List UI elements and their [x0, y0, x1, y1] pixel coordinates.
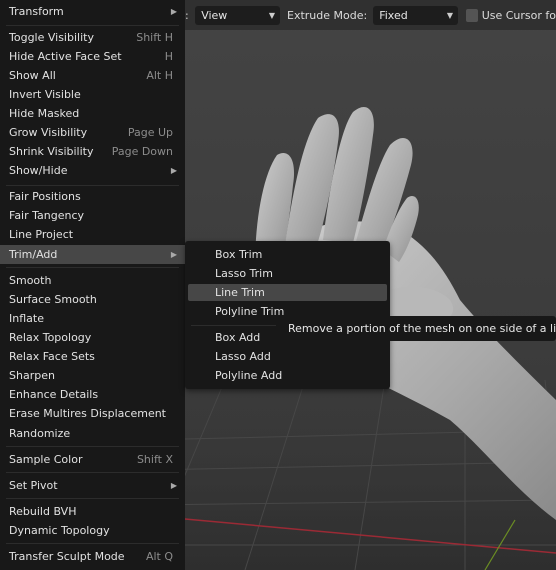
menu-item-inflate[interactable]: Inflate: [0, 309, 185, 328]
submenu-arrow-icon: ▶: [170, 7, 177, 16]
menu-item-label: Transform: [9, 5, 64, 18]
menu-item-label: Fair Positions: [9, 190, 81, 203]
menu-item-label: Toggle Visibility: [9, 31, 94, 44]
menu-item-trim-add[interactable]: Trim/Add ▶: [0, 245, 185, 264]
menu-item-shortcut: Page Up: [127, 126, 173, 139]
menu-item-line-project[interactable]: Line Project: [0, 225, 185, 244]
submenu-item-box-trim[interactable]: Box Trim: [188, 246, 387, 263]
menu-item-label: Relax Face Sets: [9, 350, 95, 363]
menu-item-label: Erase Multires Displacement: [9, 407, 166, 420]
menu-item-label: Invert Visible: [9, 88, 81, 101]
menu-item-show-all[interactable]: Show All Alt H: [0, 66, 185, 85]
menu-item-shortcut: Alt H: [146, 69, 173, 82]
menu-item-transfer-sculpt-mode[interactable]: Transfer Sculpt Mode Alt Q: [0, 547, 185, 566]
menu-item-label: Set Pivot: [9, 479, 58, 492]
trim-add-submenu: Box Trim Lasso Trim Line Trim Polyline T…: [185, 241, 390, 389]
menu-separator: [6, 543, 179, 544]
submenu-arrow-icon: ▶: [170, 166, 177, 175]
use-cursor-checkbox[interactable]: [466, 8, 478, 22]
submenu-item-label: Polyline Add: [215, 369, 283, 382]
menu-separator: [6, 446, 179, 447]
menu-item-label: Rebuild BVH: [9, 505, 77, 518]
menu-item-smooth[interactable]: Smooth: [0, 271, 185, 290]
menu-item-sample-color[interactable]: Sample Color Shift X: [0, 450, 185, 469]
submenu-item-lasso-add[interactable]: Lasso Add: [188, 348, 387, 365]
submenu-arrow-icon: ▶: [170, 481, 177, 490]
use-cursor-label: Use Cursor fo: [481, 8, 556, 22]
menu-item-relax-face-sets[interactable]: Relax Face Sets: [0, 347, 185, 366]
menu-item-show-hide[interactable]: Show/Hide ▶: [0, 161, 185, 180]
submenu-item-label: Box Trim: [215, 248, 263, 261]
menu-item-label: Randomize: [9, 427, 71, 440]
menu-item-label: Shrink Visibility: [9, 145, 94, 158]
submenu-item-lasso-trim[interactable]: Lasso Trim: [188, 265, 387, 282]
tooltip-text: Remove a portion of the mesh on one side…: [288, 322, 556, 335]
menu-item-shortcut: Shift X: [136, 453, 173, 466]
menu-item-label: Relax Topology: [9, 331, 92, 344]
sculpt-menu: Transform ▶ Toggle Visibility Shift H Hi…: [0, 0, 185, 570]
submenu-item-line-trim[interactable]: Line Trim: [188, 284, 387, 301]
menu-item-label: Line Project: [9, 228, 74, 241]
menu-item-relax-topology[interactable]: Relax Topology: [0, 328, 185, 347]
menu-item-fair-tangency[interactable]: Fair Tangency: [0, 206, 185, 225]
menu-item-hide-active-face-set[interactable]: Hide Active Face Set H: [0, 47, 185, 66]
submenu-item-label: Lasso Trim: [215, 267, 273, 280]
menu-item-label: Inflate: [9, 312, 44, 325]
submenu-item-polyline-add[interactable]: Polyline Add: [188, 367, 387, 384]
submenu-item-label: Polyline Trim: [215, 305, 285, 318]
menu-item-erase-multires-displacement[interactable]: Erase Multires Displacement: [0, 404, 185, 423]
menu-item-label: Dynamic Topology: [9, 524, 110, 537]
tooltip: Remove a portion of the mesh on one side…: [276, 316, 556, 341]
menu-item-label: Enhance Details: [9, 388, 99, 401]
tool-header: : View ▼ Extrude Mode: Fixed ▼ Use Curso…: [185, 0, 556, 30]
menu-item-label: Show All: [9, 69, 56, 82]
menu-item-randomize[interactable]: Randomize: [0, 424, 185, 443]
menu-item-label: Grow Visibility: [9, 126, 88, 139]
submenu-item-label: Box Add: [215, 331, 261, 344]
menu-item-surface-smooth[interactable]: Surface Smooth: [0, 290, 185, 309]
menu-item-shortcut: H: [164, 50, 173, 63]
menu-item-hide-masked[interactable]: Hide Masked: [0, 104, 185, 123]
extrude-mode-dropdown[interactable]: Fixed ▼: [373, 5, 458, 25]
menu-item-sharpen[interactable]: Sharpen: [0, 366, 185, 385]
menu-item-shortcut: Alt Q: [145, 550, 173, 563]
menu-item-fair-positions[interactable]: Fair Positions: [0, 187, 185, 206]
submenu-item-label: Lasso Add: [215, 350, 271, 363]
menu-item-label: Smooth: [9, 274, 52, 287]
extrude-mode-value: Fixed: [379, 8, 408, 22]
menu-item-transform[interactable]: Transform ▶: [0, 2, 185, 21]
menu-item-label: Surface Smooth: [9, 293, 97, 306]
menu-separator: [6, 472, 179, 473]
chevron-down-icon: ▼: [268, 10, 275, 20]
menu-item-dynamic-topology[interactable]: Dynamic Topology: [0, 521, 185, 540]
submenu-item-label: Line Trim: [215, 286, 265, 299]
view-dropdown[interactable]: View ▼: [195, 5, 280, 25]
header-prefix: :: [185, 8, 189, 22]
menu-item-label: Hide Active Face Set: [9, 50, 122, 63]
menu-item-shortcut: Page Down: [111, 145, 173, 158]
menu-item-enhance-details[interactable]: Enhance Details: [0, 385, 185, 404]
menu-item-label: Transfer Sculpt Mode: [9, 550, 125, 563]
menu-item-set-pivot[interactable]: Set Pivot ▶: [0, 476, 185, 495]
extrude-mode-label: Extrude Mode:: [287, 8, 368, 22]
menu-item-toggle-visibility[interactable]: Toggle Visibility Shift H: [0, 28, 185, 47]
menu-item-label: Show/Hide: [9, 164, 68, 177]
menu-item-invert-visible[interactable]: Invert Visible: [0, 85, 185, 104]
menu-item-label: Fair Tangency: [9, 209, 85, 222]
view-dropdown-value: View: [201, 8, 228, 22]
menu-item-rebuild-bvh[interactable]: Rebuild BVH: [0, 502, 185, 521]
menu-separator: [6, 25, 179, 26]
menu-item-label: Sharpen: [9, 369, 55, 382]
menu-separator: [6, 185, 179, 186]
menu-item-label: Trim/Add: [9, 248, 58, 261]
menu-item-shrink-visibility[interactable]: Shrink Visibility Page Down: [0, 142, 185, 161]
menu-item-grow-visibility[interactable]: Grow Visibility Page Up: [0, 123, 185, 142]
menu-item-label: Sample Color: [9, 453, 83, 466]
menu-item-shortcut: Shift H: [136, 31, 173, 44]
submenu-arrow-icon: ▶: [170, 250, 177, 259]
chevron-down-icon: ▼: [446, 10, 453, 20]
menu-item-label: Hide Masked: [9, 107, 80, 120]
menu-separator: [6, 498, 179, 499]
menu-separator: [6, 267, 179, 268]
